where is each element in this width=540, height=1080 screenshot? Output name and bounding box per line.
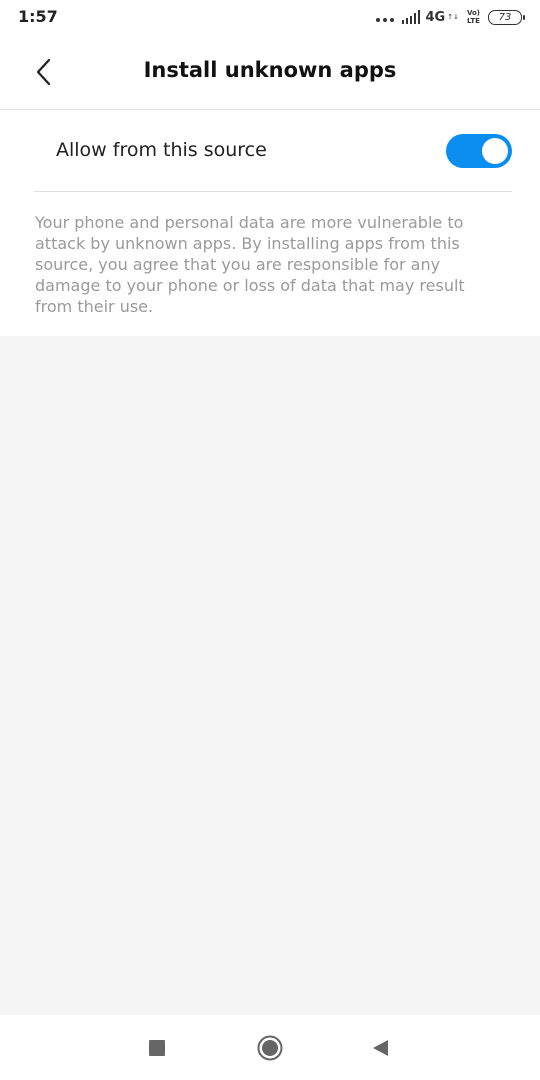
warning-text: Your phone and personal data are more vu… bbox=[35, 213, 465, 316]
square-icon bbox=[149, 1040, 165, 1056]
status-icons: 4G ↑↓ Vo) LTE 73 bbox=[375, 9, 525, 25]
page-title: Install unknown apps bbox=[143, 58, 397, 82]
triangle-left-icon bbox=[373, 1040, 388, 1056]
screen: 1:57 4G ↑↓ Vo) LTE 73 Install unknown ap… bbox=[0, 0, 540, 1080]
data-activity-icon: ↑↓ bbox=[447, 12, 459, 21]
allow-from-source-toggle[interactable] bbox=[446, 134, 512, 168]
home-button[interactable] bbox=[255, 1033, 285, 1063]
toggle-knob bbox=[482, 138, 508, 164]
navigation-bar bbox=[0, 1015, 540, 1080]
recents-button[interactable] bbox=[142, 1033, 172, 1063]
allow-from-source-row[interactable]: Allow from this source bbox=[34, 110, 512, 192]
network-type: 4G bbox=[425, 9, 446, 25]
nav-back-button[interactable] bbox=[365, 1033, 395, 1063]
signal-strength-icon bbox=[401, 10, 420, 24]
app-header: Install unknown apps bbox=[0, 34, 540, 110]
notification-dots-icon bbox=[375, 12, 394, 22]
settings-card: Allow from this source Your phone and pe… bbox=[0, 110, 540, 336]
allow-from-source-label: Allow from this source bbox=[56, 139, 267, 161]
status-bar: 1:57 4G ↑↓ Vo) LTE 73 bbox=[0, 0, 540, 34]
status-time: 1:57 bbox=[18, 7, 58, 26]
circle-icon bbox=[257, 1035, 283, 1061]
battery-level: 73 bbox=[498, 11, 512, 23]
battery-icon: 73 bbox=[488, 9, 525, 25]
volte-icon: Vo) LTE bbox=[466, 9, 480, 25]
